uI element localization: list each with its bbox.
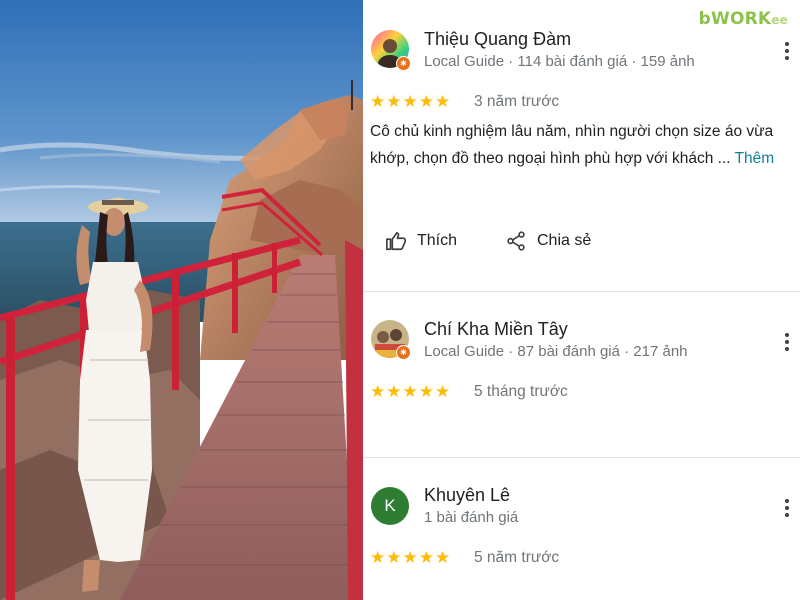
thumbs-up-icon: [386, 231, 406, 251]
reviews-panel: bWORKee ✱ Thiệu Quang Đàm Local Guide · …: [363, 0, 800, 600]
reviewer-name[interactable]: Thiệu Quang Đàm: [424, 29, 571, 50]
reviewer-meta: Local Guide · 87 bài đánh giá · 217 ảnh: [424, 343, 688, 360]
review-text: Cô chủ kinh nghiệm lâu năm, nhìn người c…: [370, 123, 775, 167]
more-vert-icon[interactable]: [784, 499, 790, 521]
divider: [363, 457, 800, 458]
more-vert-icon[interactable]: [784, 42, 790, 64]
share-button[interactable]: Chia sẻ: [505, 230, 591, 252]
star-rating: ★★★★★: [370, 548, 452, 567]
star-rating: ★★★★★: [370, 382, 452, 401]
reviewer-meta: Local Guide · 114 bài đánh giá · 159 ảnh: [424, 53, 695, 70]
reviewer-meta: 1 bài đánh giá: [424, 509, 519, 526]
bworkee-watermark: bWORKee: [698, 9, 788, 29]
like-button[interactable]: Thích: [385, 230, 457, 252]
review-time: 3 năm trước: [474, 93, 560, 110]
more-vert-icon[interactable]: [784, 333, 790, 355]
read-more-link[interactable]: Thêm: [735, 150, 775, 167]
reviewer-name[interactable]: Chí Kha Miền Tây: [424, 319, 568, 340]
star-rating: ★★★★★: [370, 92, 452, 111]
avatar[interactable]: K: [371, 487, 409, 525]
reviewer-name[interactable]: Khuyên Lê: [424, 485, 510, 506]
local-guide-badge-icon: ✱: [396, 345, 411, 360]
divider: [363, 291, 800, 292]
review-photo: [0, 0, 363, 600]
review-time: 5 tháng trước: [474, 383, 568, 400]
local-guide-badge-icon: ✱: [396, 56, 411, 71]
review-time: 5 năm trước: [474, 549, 560, 566]
share-icon: [507, 231, 525, 251]
